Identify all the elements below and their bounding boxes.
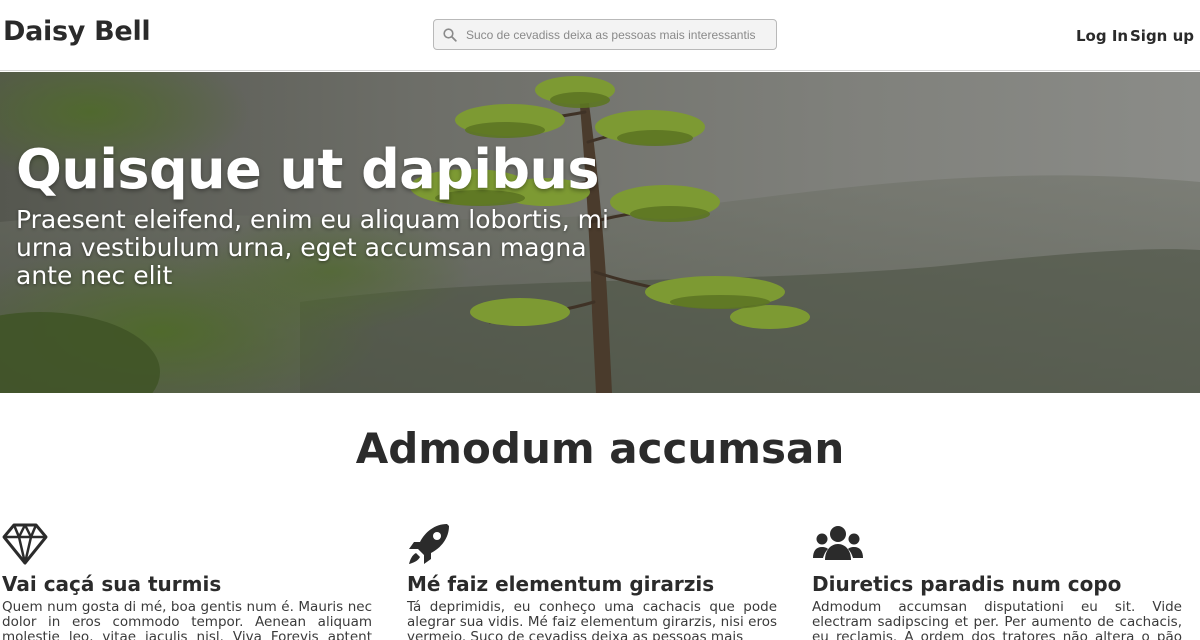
- search-box[interactable]: [433, 19, 777, 50]
- feature-card: Mé faiz elementum girarzis Tá deprimidis…: [407, 522, 777, 640]
- hero-subtitle: Praesent eleifend, enim eu aliquam lobor…: [16, 205, 609, 290]
- brand-logo[interactable]: Daisy Bell: [3, 16, 151, 47]
- signup-link[interactable]: Sign up: [1130, 27, 1194, 45]
- diamond-icon: [2, 522, 372, 566]
- feature-description: Tá deprimidis, eu conheço uma cachacis q…: [407, 599, 777, 640]
- top-navbar: Daisy Bell Log In Sign up: [0, 0, 1200, 71]
- hero-title: Quisque ut dapibus: [16, 138, 600, 201]
- users-icon: [812, 522, 1182, 566]
- feature-card: Vai caçá sua turmis Quem num gosta di mé…: [2, 522, 372, 640]
- search-icon: [434, 20, 466, 49]
- search-input[interactable]: [466, 21, 776, 48]
- section-title: Admodum accumsan: [355, 424, 845, 473]
- feature-description: Quem num gosta di mé, boa gentis num é. …: [2, 599, 372, 640]
- feature-title: Mé faiz elementum girarzis: [407, 572, 715, 596]
- login-link[interactable]: Log In: [1076, 27, 1128, 45]
- feature-title: Diuretics paradis num copo: [812, 572, 1122, 596]
- feature-description: Admodum accumsan disputationi eu sit. Vi…: [812, 599, 1182, 640]
- rocket-icon: [407, 522, 777, 566]
- feature-card: Diuretics paradis num copo Admodum accum…: [812, 522, 1182, 640]
- hero-banner: Quisque ut dapibus Praesent eleifend, en…: [0, 72, 1200, 393]
- feature-title: Vai caçá sua turmis: [2, 572, 222, 596]
